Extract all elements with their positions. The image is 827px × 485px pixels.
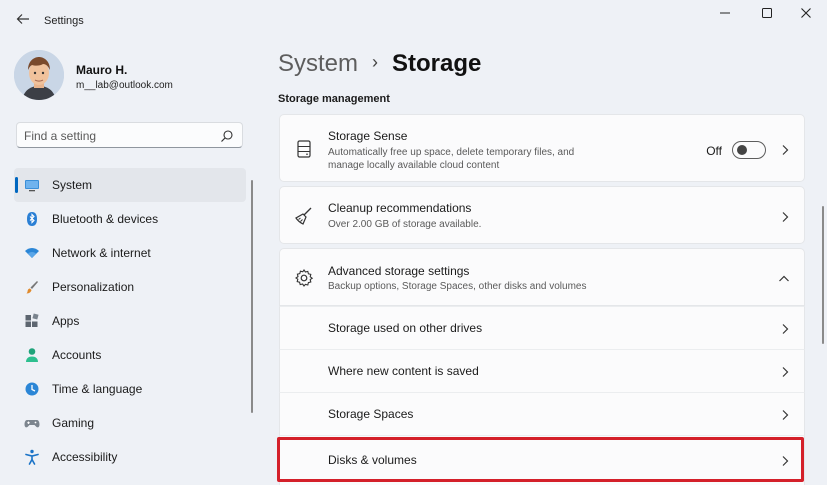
advanced-storage-settings-card[interactable]: Advanced storage settings Backup options… bbox=[279, 248, 805, 306]
sidebar-item-label: Time & language bbox=[52, 382, 143, 396]
chevron-right-icon[interactable] bbox=[780, 365, 790, 377]
accessibility-icon bbox=[24, 449, 40, 465]
storage-sense-card[interactable]: Storage Sense Automatically free up spac… bbox=[279, 114, 805, 182]
close-icon[interactable] bbox=[792, 6, 820, 24]
sidebar-item-label: Gaming bbox=[52, 416, 95, 430]
sidebar-item-system[interactable]: System bbox=[14, 168, 246, 202]
list-item-storage-other-drives[interactable]: Storage used on other drives bbox=[279, 306, 805, 349]
storage-sense-desc-line1: Automatically free up space, delete temp… bbox=[328, 147, 575, 158]
system-icon bbox=[24, 177, 40, 193]
search-input[interactable] bbox=[24, 127, 214, 144]
broom-icon bbox=[294, 206, 314, 226]
sidebar-item-apps[interactable]: Apps bbox=[14, 304, 246, 338]
sidebar-item-label: System bbox=[52, 178, 93, 192]
active-indicator bbox=[15, 177, 18, 193]
main-scrollbar[interactable] bbox=[822, 206, 824, 344]
sidebar-item-label: Apps bbox=[52, 314, 80, 328]
storage-sense-desc-line2: manage locally available cloud content bbox=[328, 160, 500, 171]
sidebar-item-gaming[interactable]: Gaming bbox=[14, 406, 246, 440]
sidebar-item-bluetooth[interactable]: Bluetooth & devices bbox=[14, 202, 246, 236]
breadcrumb-separator: › bbox=[372, 52, 379, 72]
avatar bbox=[14, 50, 64, 100]
sidebar-item-time-language[interactable]: Time & language bbox=[14, 372, 246, 406]
sidebar-item-label: Network & internet bbox=[52, 246, 151, 260]
sidebar-item-personalization[interactable]: Personalization bbox=[14, 270, 246, 304]
sidebar-item-accessibility[interactable]: Accessibility bbox=[14, 440, 246, 474]
sidebar-scrollbar[interactable] bbox=[251, 180, 253, 413]
storage-sense-title: Storage Sense bbox=[328, 129, 408, 143]
sidebar-item-label: Accessibility bbox=[52, 450, 118, 464]
minimize-icon[interactable] bbox=[711, 6, 739, 24]
person-icon bbox=[24, 347, 40, 363]
storage-drive-icon bbox=[294, 139, 314, 159]
maximize-icon[interactable] bbox=[753, 6, 781, 24]
wifi-icon bbox=[24, 245, 40, 261]
sub-item-label: Where new content is saved bbox=[328, 364, 479, 378]
chevron-right-icon[interactable] bbox=[780, 322, 790, 334]
clock-globe-icon bbox=[24, 381, 40, 397]
advanced-storage-title: Advanced storage settings bbox=[328, 264, 470, 278]
user-profile[interactable]: Mauro H. m__lab@outlook.com bbox=[14, 50, 254, 102]
section-title: Storage management bbox=[278, 93, 390, 105]
apps-icon bbox=[24, 313, 40, 329]
search-box[interactable] bbox=[16, 122, 243, 148]
sidebar-item-label: Personalization bbox=[52, 280, 135, 294]
cleanup-recommendations-card[interactable]: Cleanup recommendations Over 2.00 GB of … bbox=[279, 186, 805, 244]
chevron-up-icon[interactable] bbox=[778, 271, 790, 283]
cleanup-title: Cleanup recommendations bbox=[328, 201, 472, 215]
search-icon[interactable] bbox=[220, 129, 234, 143]
brush-icon bbox=[24, 279, 40, 295]
advanced-storage-desc: Backup options, Storage Spaces, other di… bbox=[328, 281, 587, 292]
gear-icon bbox=[294, 268, 314, 288]
sub-item-label: Storage used on other drives bbox=[328, 321, 483, 335]
app-title: Settings bbox=[44, 15, 84, 27]
sidebar-item-network[interactable]: Network & internet bbox=[14, 236, 246, 270]
sub-item-label: Storage Spaces bbox=[328, 407, 414, 421]
chevron-right-icon[interactable] bbox=[780, 408, 790, 420]
breadcrumb: System › Storage bbox=[278, 50, 481, 82]
chevron-right-icon[interactable] bbox=[780, 210, 790, 222]
toggle-knob bbox=[737, 145, 747, 155]
cleanup-desc: Over 2.00 GB of storage available. bbox=[328, 219, 482, 230]
sidebar-item-label: Bluetooth & devices bbox=[52, 212, 159, 226]
user-email: m__lab@outlook.com bbox=[76, 80, 173, 91]
list-item-storage-spaces[interactable]: Storage Spaces bbox=[279, 392, 805, 435]
breadcrumb-parent[interactable]: System bbox=[278, 50, 358, 77]
highlight-box bbox=[277, 437, 804, 482]
toggle-state-label: Off bbox=[706, 144, 722, 158]
title-bar: Settings bbox=[0, 0, 827, 44]
page-title: Storage bbox=[392, 50, 482, 77]
sidebar-item-accounts[interactable]: Accounts bbox=[14, 338, 246, 372]
sidebar-item-label: Accounts bbox=[52, 348, 102, 362]
user-name: Mauro H. bbox=[76, 63, 128, 77]
chevron-right-icon[interactable] bbox=[780, 143, 790, 155]
bluetooth-icon bbox=[24, 211, 40, 227]
back-arrow-icon[interactable] bbox=[12, 12, 34, 32]
list-item-new-content-saved[interactable]: Where new content is saved bbox=[279, 349, 805, 392]
storage-sense-toggle[interactable] bbox=[732, 141, 766, 159]
gamepad-icon bbox=[24, 415, 40, 431]
sidebar-nav: System Bluetooth & devices Network & int… bbox=[14, 168, 246, 474]
